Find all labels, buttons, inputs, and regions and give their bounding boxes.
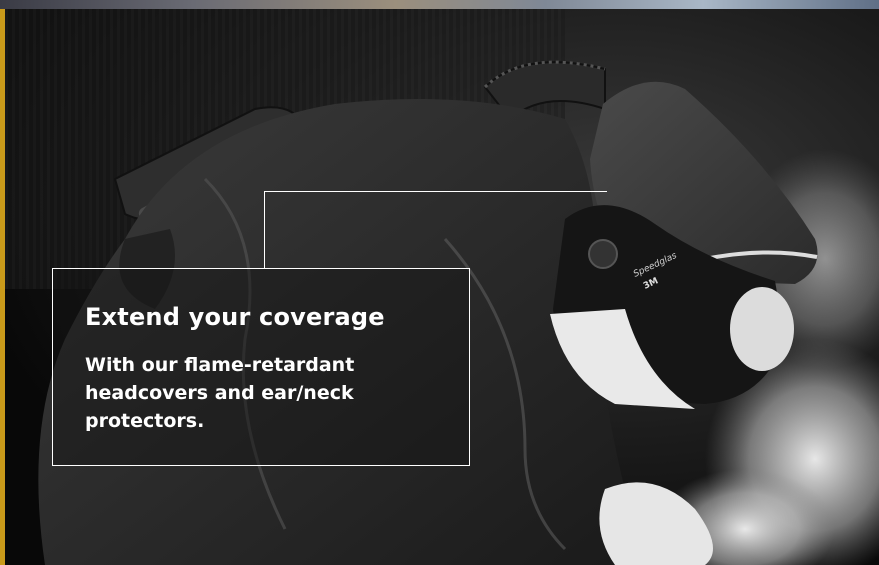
top-image-strip: [0, 0, 879, 9]
hero-banner: Speedglas 3M Extend your coverage With o…: [0, 0, 879, 565]
callout-title: Extend your coverage: [85, 303, 385, 331]
callout-box: Extend your coverage With our flame-reta…: [52, 268, 470, 466]
callout-connector-vertical: [264, 191, 265, 269]
callout-body: With our flame-retardant headcovers and …: [85, 354, 355, 432]
callout-connector-horizontal: [264, 191, 607, 192]
